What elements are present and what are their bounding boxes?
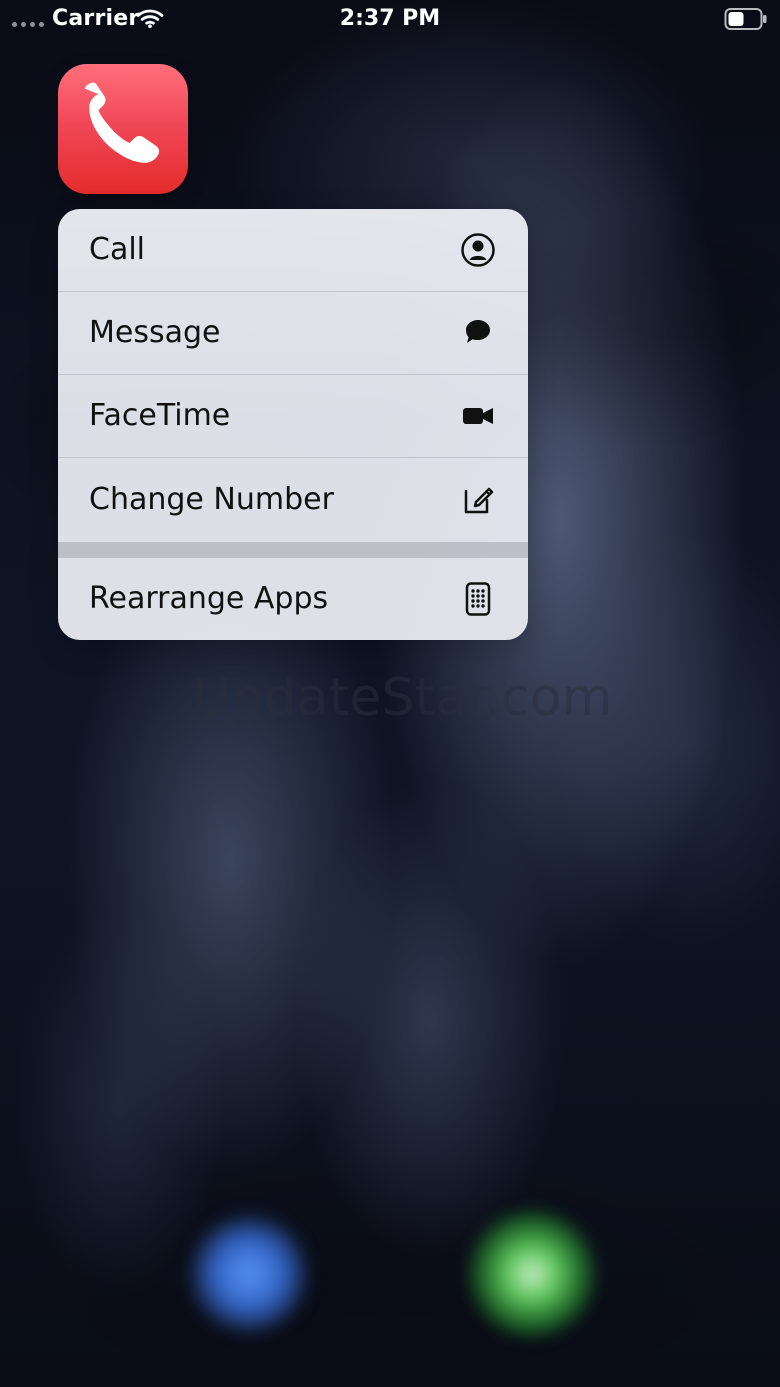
phone-icon xyxy=(84,82,160,163)
battery-icon xyxy=(724,8,767,30)
status-time: 2:37 PM xyxy=(339,6,441,31)
quick-action-label: Change Number xyxy=(89,481,334,517)
quick-action-label: Call xyxy=(89,232,146,267)
quick-actions-menu: Call Message FaceTime Change Number Rear… xyxy=(58,209,528,640)
video-camera-icon xyxy=(459,397,497,435)
status-bar: Carrier 2:37 PM xyxy=(0,0,780,40)
home-screen: Carrier 2:37 PM Call Message FaceTime Ch… xyxy=(0,0,780,1387)
quick-action-change-number[interactable]: Change Number xyxy=(58,458,528,541)
message-icon xyxy=(459,314,497,352)
quick-action-message[interactable]: Message xyxy=(58,292,528,375)
menu-separator xyxy=(58,542,528,558)
quick-action-label: FaceTime xyxy=(89,398,231,433)
phone-app-icon[interactable] xyxy=(58,64,188,194)
quick-action-label: Rearrange Apps xyxy=(89,581,329,616)
contact-icon xyxy=(459,231,497,269)
quick-action-rearrange-apps[interactable]: Rearrange Apps xyxy=(58,558,528,640)
phone-grid-icon xyxy=(459,580,497,618)
edit-icon xyxy=(459,481,497,519)
quick-action-label: Message xyxy=(89,315,221,350)
quick-action-call[interactable]: Call xyxy=(58,209,528,292)
watermark-text: UpdateStar.com xyxy=(192,668,613,728)
dock-app-blur-left xyxy=(190,1215,308,1333)
quick-action-facetime[interactable]: FaceTime xyxy=(58,375,528,458)
dock-app-blur-right xyxy=(470,1212,594,1336)
